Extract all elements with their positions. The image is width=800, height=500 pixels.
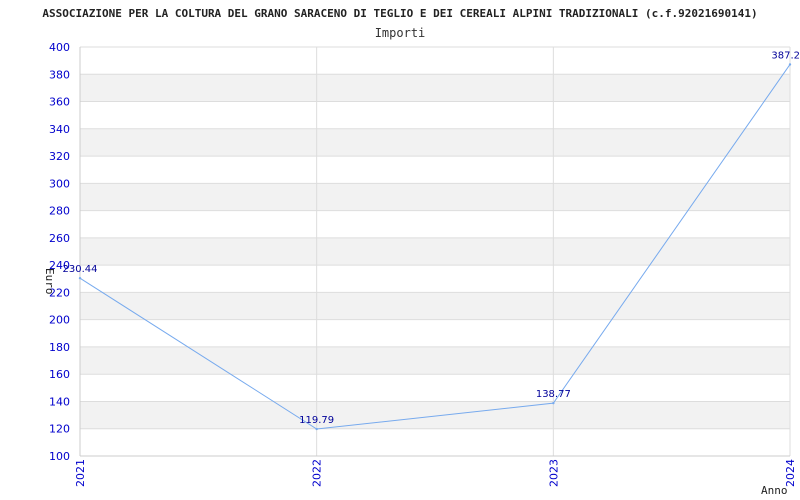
- y-tick-label: 380: [49, 68, 70, 81]
- data-label: 138.77: [536, 389, 571, 400]
- y-tick-label: 260: [49, 232, 70, 245]
- x-tick-label: 2021: [74, 459, 87, 487]
- y-tick-label: 180: [49, 341, 70, 354]
- x-tick-label: 2022: [311, 459, 324, 487]
- data-label: 387.2: [771, 50, 800, 61]
- grid-band: [80, 74, 790, 102]
- y-tick-label: 120: [49, 423, 70, 436]
- data-label: 119.79: [299, 415, 334, 426]
- x-tick-labels: 2021 2022 2023 2024: [74, 459, 797, 487]
- grid-band: [80, 292, 790, 320]
- y-tick-label: 360: [49, 96, 70, 109]
- y-tick-label: 200: [49, 314, 70, 327]
- chart-title: ASSOCIAZIONE PER LA COLTURA DEL GRANO SA…: [42, 7, 757, 20]
- y-tick-label: 300: [49, 177, 70, 190]
- y-axis-label: Euro: [43, 268, 56, 295]
- grid-band: [80, 128, 790, 157]
- line-chart: 1001201401601802002202402602803003203403…: [42, 7, 800, 497]
- grid-band: [80, 346, 790, 375]
- y-tick-label: 280: [49, 205, 70, 218]
- y-tick-label: 100: [49, 450, 70, 463]
- y-tick-labels: 1001201401601802002202402602803003203403…: [49, 41, 70, 463]
- data-point: [788, 63, 792, 66]
- data-point: [78, 276, 82, 280]
- grid-band: [80, 237, 790, 266]
- data-label: 230.44: [63, 264, 98, 275]
- y-tick-label: 140: [49, 395, 70, 408]
- y-tick-label: 320: [49, 150, 70, 163]
- data-point: [552, 401, 555, 405]
- x-tick-label: 2023: [547, 459, 560, 487]
- x-tick-label: 2024: [784, 459, 797, 487]
- y-tick-label: 400: [49, 41, 70, 54]
- y-tick-label: 160: [49, 368, 70, 381]
- chart-subtitle: Importi: [375, 26, 426, 40]
- grid-band: [80, 401, 790, 429]
- grid-bands: [80, 74, 790, 429]
- y-tick-label: 340: [49, 123, 70, 136]
- grid-band: [80, 183, 790, 211]
- data-point: [315, 427, 318, 431]
- x-axis-label: Anno: [761, 484, 788, 497]
